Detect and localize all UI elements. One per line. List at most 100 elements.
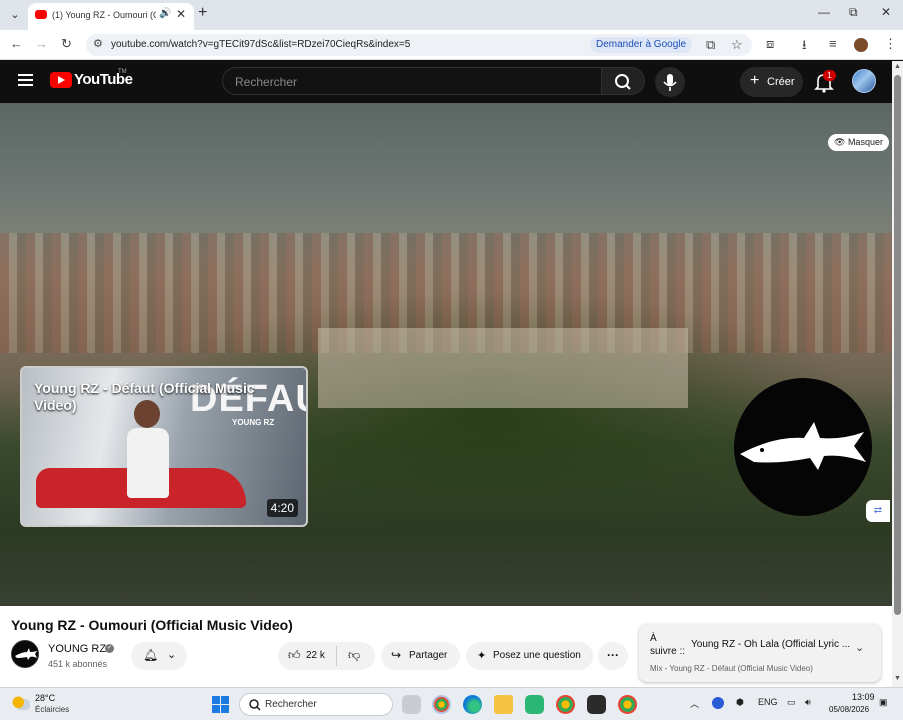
ask-label: Posez une question	[493, 650, 581, 661]
clock-date[interactable]: 05/08/2026	[829, 705, 869, 714]
file-explorer-icon[interactable]	[494, 695, 513, 714]
up-next-title[interactable]: Young RZ - Oh Lala (Official Lyric ...	[691, 639, 850, 650]
language-indicator[interactable]: ENG	[758, 697, 778, 707]
search-button[interactable]	[601, 67, 645, 95]
app-dark-icon[interactable]	[587, 695, 606, 714]
bookmark-star-icon[interactable]: ☆	[731, 37, 743, 53]
voice-search-button[interactable]	[655, 67, 685, 97]
tray-overflow-icon[interactable]: ︿	[690, 697, 699, 710]
close-window-button[interactable]: ✕	[881, 5, 891, 19]
shark-logo-icon	[740, 422, 866, 470]
microphone-icon	[663, 74, 677, 91]
page-scrollbar[interactable]: ▲ ▼	[892, 61, 903, 687]
site-info-icon[interactable]: ⚙	[93, 37, 103, 50]
network-icon[interactable]: ▭	[787, 697, 796, 708]
forward-button[interactable]: →	[35, 36, 48, 51]
chrome-alt-icon[interactable]	[556, 695, 575, 714]
verified-check-icon: ✓	[105, 644, 114, 653]
clock-time[interactable]: 13:09	[852, 692, 875, 702]
weather-icon[interactable]	[12, 696, 30, 710]
share-button[interactable]: ↪ Partager	[381, 642, 460, 670]
search-icon	[249, 699, 261, 711]
ask-question-button[interactable]: ✦ Posez une question	[466, 642, 593, 670]
search-input[interactable]: Rechercher	[222, 67, 602, 95]
tab-title: (1) Young RZ - Oumouri (Offi	[52, 10, 156, 20]
video-title: Young RZ - Oumouri (Official Music Video…	[11, 617, 293, 633]
notification-center-icon[interactable]: ▣	[879, 697, 888, 708]
reload-button[interactable]: ↻	[61, 36, 72, 52]
endcard-art-subtext: YOUNG RZ	[232, 418, 275, 427]
channel-subscribe-endcard[interactable]	[734, 378, 872, 516]
media-control-icon[interactable]: ≡	[829, 36, 837, 51]
more-icon: ···	[607, 648, 619, 662]
start-button[interactable]	[212, 696, 229, 713]
scrollbar-thumb[interactable]	[894, 75, 901, 615]
chrome-icon[interactable]	[432, 695, 451, 714]
new-tab-button[interactable]: +	[198, 4, 207, 22]
app-green-icon[interactable]	[525, 695, 544, 714]
scroll-up-arrow-icon[interactable]: ▲	[894, 63, 901, 70]
translate-icon[interactable]: ⇄	[866, 500, 890, 522]
search-placeholder: Rechercher	[235, 75, 298, 89]
plus-icon: +	[750, 72, 760, 89]
create-label: Créer	[767, 76, 795, 88]
endcard-duration: 4:20	[266, 499, 298, 517]
profile-avatar[interactable]	[854, 38, 868, 52]
chevron-down-icon[interactable]: ⌄	[855, 641, 864, 654]
youtube-header: YouTube TM Rechercher + Créer 1	[0, 61, 892, 103]
ask-google-button[interactable]: Demander à Google	[590, 37, 693, 53]
like-count[interactable]: 22 k	[306, 650, 325, 661]
tray-app-icon[interactable]	[712, 697, 724, 709]
like-button[interactable]: 👍︎	[288, 648, 301, 663]
share-label: Partager	[409, 650, 448, 661]
hide-endcards-button[interactable]: 👁 Masquer	[828, 134, 889, 151]
download-icon[interactable]: ⭳	[802, 36, 807, 58]
screen: ⌄ (1) Young RZ - Oumouri (Offi 🔊 ✕ + — ⧉…	[0, 0, 903, 720]
tray-defender-icon[interactable]: ⬢	[736, 697, 744, 708]
more-actions-button[interactable]: ···	[598, 642, 628, 670]
endcard-title: Young RZ - Défaut (Official Music Video)	[34, 380, 255, 413]
minimize-button[interactable]: —	[818, 5, 830, 19]
video-frame-palace	[318, 328, 688, 408]
taskbar-search[interactable]: Rechercher	[239, 693, 393, 716]
create-button[interactable]: + Créer	[740, 67, 803, 97]
dislike-button[interactable]: 👎︎	[348, 648, 360, 663]
up-next-label: Àsuivre ::	[650, 633, 686, 657]
channel-avatar[interactable]	[11, 640, 39, 668]
browser-toolbar: ← → ↻ ⚙ youtube.com/watch?v=gTECit97dSc&…	[0, 30, 903, 60]
up-next-card[interactable]: Àsuivre :: Young RZ - Oh Lala (Official …	[639, 624, 881, 682]
task-view-icon[interactable]	[402, 695, 421, 714]
share-icon: ↪	[391, 648, 402, 662]
youtube-logo-icon[interactable]	[50, 72, 72, 88]
weather-desc[interactable]: Éclaircies	[35, 705, 69, 714]
volume-icon[interactable]: 🔊︎	[805, 697, 811, 708]
subscriber-count: 451 k abonnés	[48, 659, 108, 669]
shark-avatar-icon	[15, 648, 37, 660]
tab-close-icon[interactable]: ✕	[176, 7, 186, 21]
chrome-profile-icon[interactable]	[618, 695, 637, 714]
weather-temp[interactable]: 28°C	[35, 693, 55, 703]
bell-icon: 🔔︎	[143, 648, 159, 662]
windows-taskbar: 28°C Éclaircies Rechercher ︿ ⬢ ENG ▭ 🔊︎ …	[0, 687, 903, 720]
maximize-button[interactable]: ⧉	[849, 5, 858, 20]
account-avatar[interactable]	[852, 69, 876, 93]
browser-menu-icon[interactable]: ⋮	[884, 36, 897, 52]
endscreen-video-card[interactable]: DÉFAUT YOUNG RZ Young RZ - Défaut (Offic…	[20, 366, 308, 527]
edge-icon[interactable]	[463, 695, 482, 714]
back-button[interactable]: ←	[10, 36, 23, 51]
speaker-icon[interactable]: 🔊	[159, 8, 171, 19]
channel-name[interactable]: YOUNG RZ	[48, 643, 106, 655]
hide-label: Masquer	[847, 137, 883, 147]
tab-search-icon[interactable]: ⌄	[6, 6, 24, 24]
sparkle-icon: ✦	[477, 650, 487, 662]
notifications-subscribe-button[interactable]: 🔔︎ ⌄	[131, 642, 187, 670]
scroll-down-arrow-icon[interactable]: ▼	[894, 675, 901, 682]
url-text[interactable]: youtube.com/watch?v=gTECit97dSc&list=RDz…	[111, 39, 410, 50]
extensions-icon[interactable]: ⧈	[766, 36, 774, 52]
address-bar[interactable]: ⚙ youtube.com/watch?v=gTECit97dSc&list=R…	[86, 34, 752, 56]
menu-icon[interactable]	[18, 74, 33, 86]
install-icon[interactable]: ⧉	[706, 37, 715, 53]
video-player[interactable]: 👁 Masquer DÉFAUT YOUNG RZ Young RZ - Déf…	[0, 103, 892, 606]
tab-youtube[interactable]: (1) Young RZ - Oumouri (Offi 🔊 ✕	[28, 3, 194, 30]
video-details: Young RZ - Oumouri (Official Music Video…	[0, 606, 892, 687]
